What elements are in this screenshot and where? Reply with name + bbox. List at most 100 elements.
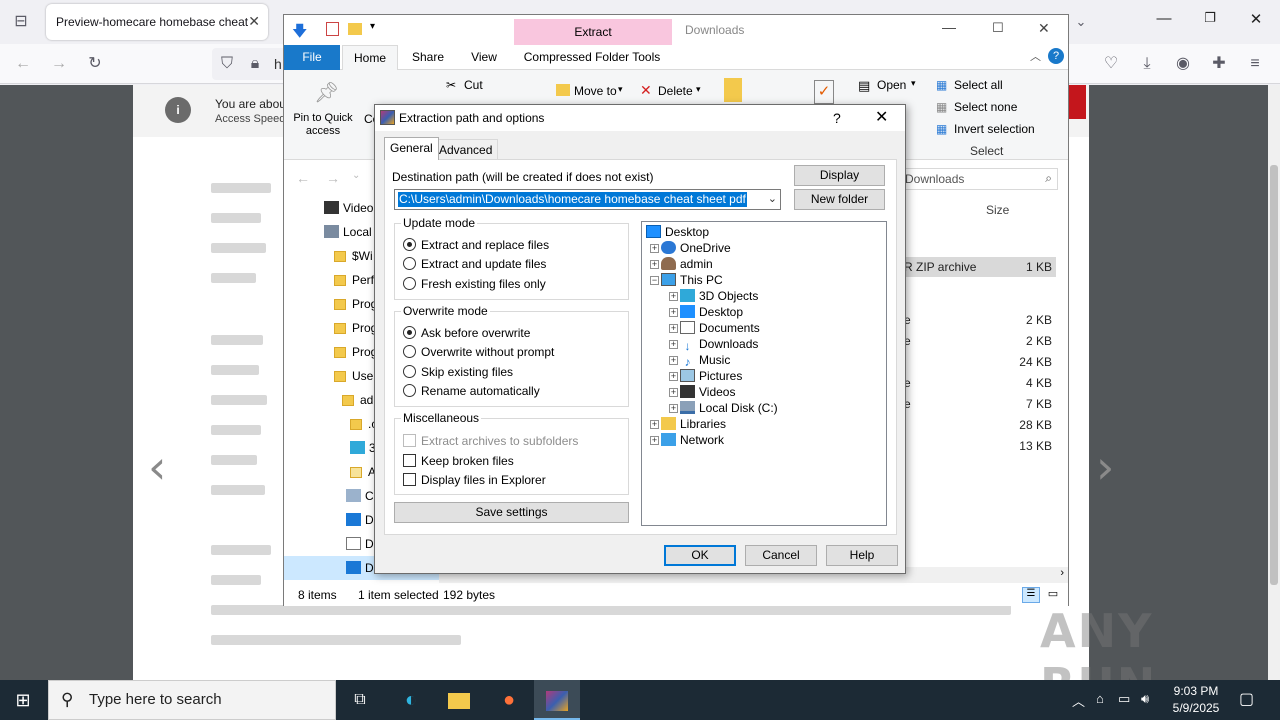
browser-tab[interactable]: Preview-homecare homebase cheat ✕ xyxy=(46,4,268,40)
cancel-button[interactable]: Cancel xyxy=(745,545,817,566)
back-icon[interactable]: ← xyxy=(12,54,34,74)
tab-view[interactable]: View xyxy=(460,45,508,70)
save-settings-button[interactable]: Save settings xyxy=(394,502,629,523)
tree-item-admin[interactable]: + admin xyxy=(650,256,713,272)
tree-item-pictures[interactable]: + Pictures xyxy=(669,368,742,384)
down-arrow-icon[interactable]: 🡇 xyxy=(292,21,307,46)
radio-skip-existing[interactable]: Skip existing files xyxy=(403,364,513,380)
select-all-button[interactable]: Select all xyxy=(954,78,1003,92)
checkbox-display-files-in-explorer[interactable]: Display files in Explorer xyxy=(403,472,546,488)
tab-list-icon[interactable]: ⊟ xyxy=(10,12,32,32)
qat-dropdown-icon[interactable]: ▾ xyxy=(370,21,375,32)
help-icon[interactable]: ? xyxy=(833,105,841,131)
collapse-ribbon-icon[interactable]: ︿ xyxy=(1030,48,1041,64)
delete-button[interactable]: Delete xyxy=(658,84,693,98)
forward-icon[interactable]: → xyxy=(326,170,340,186)
minimize-icon[interactable]: — xyxy=(942,19,956,35)
folder-tree[interactable]: Desktop + OneDrive + admin − This PC +3D Ob… xyxy=(641,221,887,526)
open-button[interactable]: Open xyxy=(877,78,906,92)
pin-to-quick-access-button[interactable]: Pin to Quick access xyxy=(292,112,354,138)
radio-extract-update[interactable]: Extract and update files xyxy=(403,256,546,272)
tab-share[interactable]: Share xyxy=(404,45,452,70)
large-icons-view-icon[interactable]: ▭ xyxy=(1044,587,1062,603)
recent-icon[interactable]: ⌄ xyxy=(352,170,360,181)
tree-item-downloads[interactable]: + ↓ Downloads xyxy=(669,336,758,353)
notification-icon[interactable]: ▢ xyxy=(1239,689,1254,709)
destination-path-input[interactable]: C:\Users\admin\Downloads\homecare homeba… xyxy=(394,189,781,210)
tree-item-local-disk[interactable]: + Local Disk (C:) xyxy=(669,400,778,416)
checkbox-keep-broken-files[interactable]: Keep broken files xyxy=(403,453,514,469)
account-icon[interactable]: ◉ xyxy=(1172,54,1194,74)
scroll-right-icon[interactable]: › xyxy=(1060,567,1064,579)
downloads-icon[interactable]: ⤓ xyxy=(1136,54,1158,74)
file-row[interactable]: e2 KB xyxy=(898,331,1056,351)
winrar-taskbar-icon[interactable] xyxy=(534,680,580,720)
move-to-button[interactable]: Move to xyxy=(574,84,617,98)
tree-item-documents[interactable]: + Documents xyxy=(669,320,760,336)
file-row[interactable]: 24 KB xyxy=(898,352,1056,372)
file-row[interactable]: e7 KB xyxy=(898,394,1056,414)
tree-item-network[interactable]: + Network xyxy=(650,432,724,448)
tree-item-music[interactable]: + ♪ Music xyxy=(669,352,730,369)
file-row[interactable]: 13 KB xyxy=(898,436,1056,456)
restore-icon[interactable]: ❐ xyxy=(1198,10,1222,26)
start-button[interactable]: ⊞ xyxy=(0,680,46,720)
reload-icon[interactable]: ↻ xyxy=(84,54,106,74)
firefox-icon[interactable]: ● xyxy=(486,680,532,720)
radio-overwrite-without-prompt[interactable]: Overwrite without prompt xyxy=(403,344,554,360)
tree-item-desktop[interactable]: Desktop xyxy=(646,224,709,240)
maximize-icon[interactable]: ☐ xyxy=(992,20,1004,36)
forward-icon[interactable]: → xyxy=(48,54,70,74)
tree-item-3d-objects[interactable]: +3D Objects xyxy=(669,288,758,304)
new-folder-button[interactable]: New folder xyxy=(794,189,885,210)
clock[interactable]: 9:03 PM 5/9/2025 xyxy=(1160,683,1232,717)
close-icon[interactable]: ✕ xyxy=(1038,20,1050,37)
radio-fresh-existing[interactable]: Fresh existing files only xyxy=(403,276,546,292)
file-row-selected[interactable]: R ZIP archive 1 KB xyxy=(898,257,1056,277)
tab-file[interactable]: File xyxy=(284,45,340,70)
display-button[interactable]: Display xyxy=(794,165,885,186)
radio-extract-replace[interactable]: Extract and replace files xyxy=(403,237,549,253)
help-icon[interactable]: ? xyxy=(1048,48,1064,64)
tray-chevron-icon[interactable]: ︿ xyxy=(1072,691,1085,710)
cut-button[interactable]: Cut xyxy=(464,78,483,92)
next-page-icon[interactable]: › xyxy=(1096,440,1114,494)
chevron-down-icon[interactable]: ⌄ xyxy=(1070,12,1092,32)
radio-rename-automatically[interactable]: Rename automatically xyxy=(403,383,540,399)
page-scrollbar[interactable] xyxy=(1268,85,1280,680)
tab-home[interactable]: Home xyxy=(342,45,398,70)
tab-compressed-folder-tools[interactable]: Compressed Folder Tools xyxy=(520,45,664,70)
file-row[interactable]: e2 KB xyxy=(898,310,1056,330)
file-row[interactable]: e4 KB xyxy=(898,373,1056,393)
details-view-icon[interactable]: ☰ xyxy=(1022,587,1040,603)
edge-icon[interactable]: ◐ xyxy=(388,680,434,720)
tree-item-desktop-pc[interactable]: + Desktop xyxy=(669,304,743,320)
file-row[interactable]: 28 KB xyxy=(898,415,1056,435)
tree-item-onedrive[interactable]: + OneDrive xyxy=(650,240,731,256)
close-icon[interactable]: ✕ xyxy=(875,105,888,131)
prev-page-icon[interactable]: ‹ xyxy=(148,440,166,494)
file-explorer-icon[interactable] xyxy=(436,680,482,720)
task-view-icon[interactable]: ⧉ xyxy=(337,680,383,720)
tree-item-this-pc[interactable]: − This PC xyxy=(650,272,723,288)
select-none-button[interactable]: Select none xyxy=(954,100,1017,114)
help-button[interactable]: Help xyxy=(826,545,898,566)
meet-now-icon[interactable]: ⌂ xyxy=(1096,691,1104,706)
properties-icon[interactable] xyxy=(326,22,339,36)
close-window-icon[interactable]: ✕ xyxy=(1244,10,1268,28)
new-folder-icon[interactable] xyxy=(348,23,362,35)
extensions-icon[interactable]: ✚ xyxy=(1208,54,1230,74)
taskbar-search[interactable]: ⚲ Type here to search xyxy=(48,680,336,720)
ok-button[interactable]: OK xyxy=(664,545,736,566)
pocket-icon[interactable]: ♡ xyxy=(1100,54,1122,74)
network-icon[interactable]: ▭ xyxy=(1118,691,1130,707)
radio-ask-before-overwrite[interactable]: Ask before overwrite xyxy=(403,325,530,341)
chevron-down-icon[interactable]: ⌄ xyxy=(768,192,777,205)
menu-icon[interactable]: ≡ xyxy=(1244,54,1266,74)
minimize-icon[interactable]: — xyxy=(1152,10,1176,27)
tree-item-libraries[interactable]: + Libraries xyxy=(650,416,726,432)
volume-icon[interactable]: 🔊︎ xyxy=(1141,691,1149,707)
tab-general[interactable]: General xyxy=(384,137,439,160)
tree-item-videos[interactable]: + Videos xyxy=(669,384,735,400)
tab-advanced[interactable]: Advanced xyxy=(433,139,499,160)
